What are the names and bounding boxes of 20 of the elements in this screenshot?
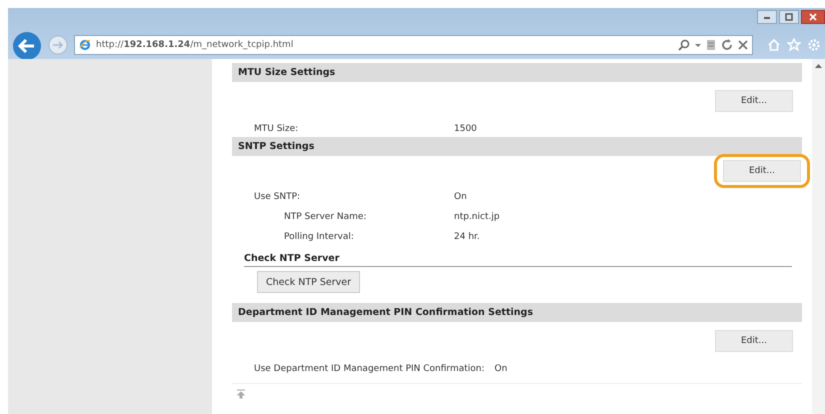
edit-button[interactable]: Edit... [723,160,801,182]
setting-value: 24 hr. [454,232,480,242]
setting-label: Polling Interval: [283,232,355,242]
setting-label: Use Department ID Management PIN Confirmation: [254,364,486,374]
check-server-button[interactable]: Check NTP Server [257,271,360,293]
edit-button[interactable]: Edit... [715,90,793,112]
address-bar[interactable]: http://192.168.1.24/m_network_tcpip.html [74,35,753,55]
edit-button[interactable]: Edit... [715,330,793,352]
setting-value: 1500 [454,124,477,134]
setting-label: MTU Size: [254,124,300,134]
setting-value: ntp.nict.jp [454,212,500,222]
setting-value: On [494,364,508,374]
setting-label: NTP Server Name: [283,212,368,222]
section-header: MTU Size Settings [232,63,802,82]
url-text: http://192.168.1.24/m_network_tcpip.html [96,40,294,50]
setting-label: Use SNTP: [254,192,302,202]
section-header: SNTP Settings [232,137,802,156]
setting-value: On [454,192,467,202]
section-header: Department ID Management PIN Confirmation Settings [232,303,802,322]
subsection-header: Check NTP Server [244,253,792,267]
